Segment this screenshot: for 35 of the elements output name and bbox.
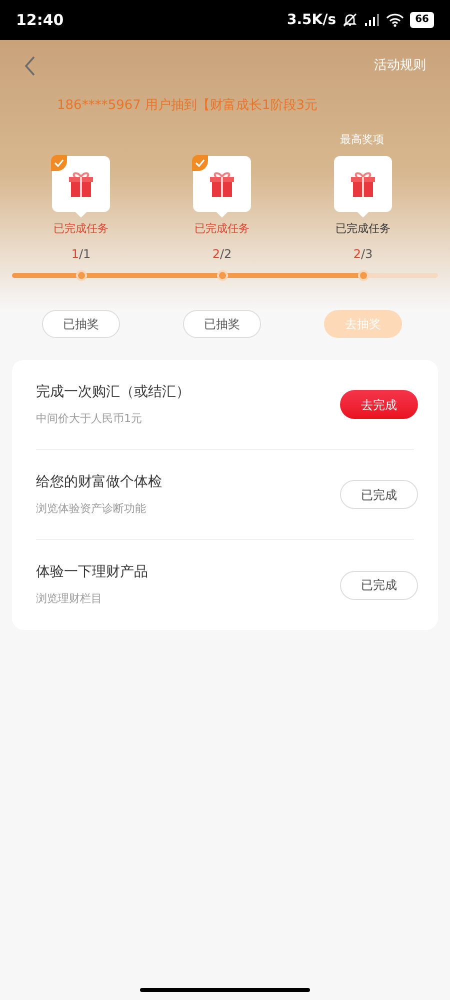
draw-button[interactable]: 已抽奖 (42, 310, 120, 338)
progress-node (76, 270, 87, 280)
task-title: 给您的财富做个体检 (36, 472, 162, 492)
network-speed: 3.5K/s (286, 10, 336, 30)
progress-node (217, 270, 228, 280)
completed-button[interactable]: 已完成 (340, 570, 418, 600)
task-description: 中间价大于人民币1元 (36, 410, 143, 427)
progress-count: 2 (353, 246, 361, 262)
gift-icon (207, 169, 237, 199)
draw-button[interactable]: 已抽奖 (183, 310, 261, 338)
complete-button[interactable]: 去完成 (340, 390, 418, 419)
progress-total: /1 (78, 246, 91, 262)
gift-icon (348, 169, 378, 199)
task-status-label: 已完成任务 (336, 221, 390, 237)
wifi-icon (386, 13, 404, 27)
task-title: 体验一下理财产品 (36, 563, 148, 582)
top-prize-label: 最高奖项 (339, 132, 385, 148)
gift-icon (66, 169, 96, 199)
completed-button[interactable]: 已完成 (340, 480, 418, 509)
progress-total: /2 (220, 246, 232, 262)
task-title: 完成一次购汇（或结汇） (36, 382, 190, 402)
battery-indicator: 66 (410, 12, 434, 28)
task-status-label: 已完成任务 (54, 221, 108, 237)
progress-count: 1 (71, 246, 79, 262)
clock: 12:40 (16, 10, 64, 31)
task-description: 浏览体验资产诊断功能 (36, 500, 147, 517)
progress-count: 2 (212, 246, 220, 262)
back-icon[interactable] (24, 56, 36, 76)
progress-total: /3 (360, 246, 373, 262)
progress-node (358, 270, 369, 280)
task-status-label: 已完成任务 (194, 221, 250, 237)
winner-ticker: 186****5967 用户抽到【财富成长1阶段3元 (57, 97, 319, 115)
task-description: 浏览理财栏目 (36, 591, 103, 608)
signal-icon (364, 13, 380, 27)
bell-muted-icon (342, 12, 358, 28)
